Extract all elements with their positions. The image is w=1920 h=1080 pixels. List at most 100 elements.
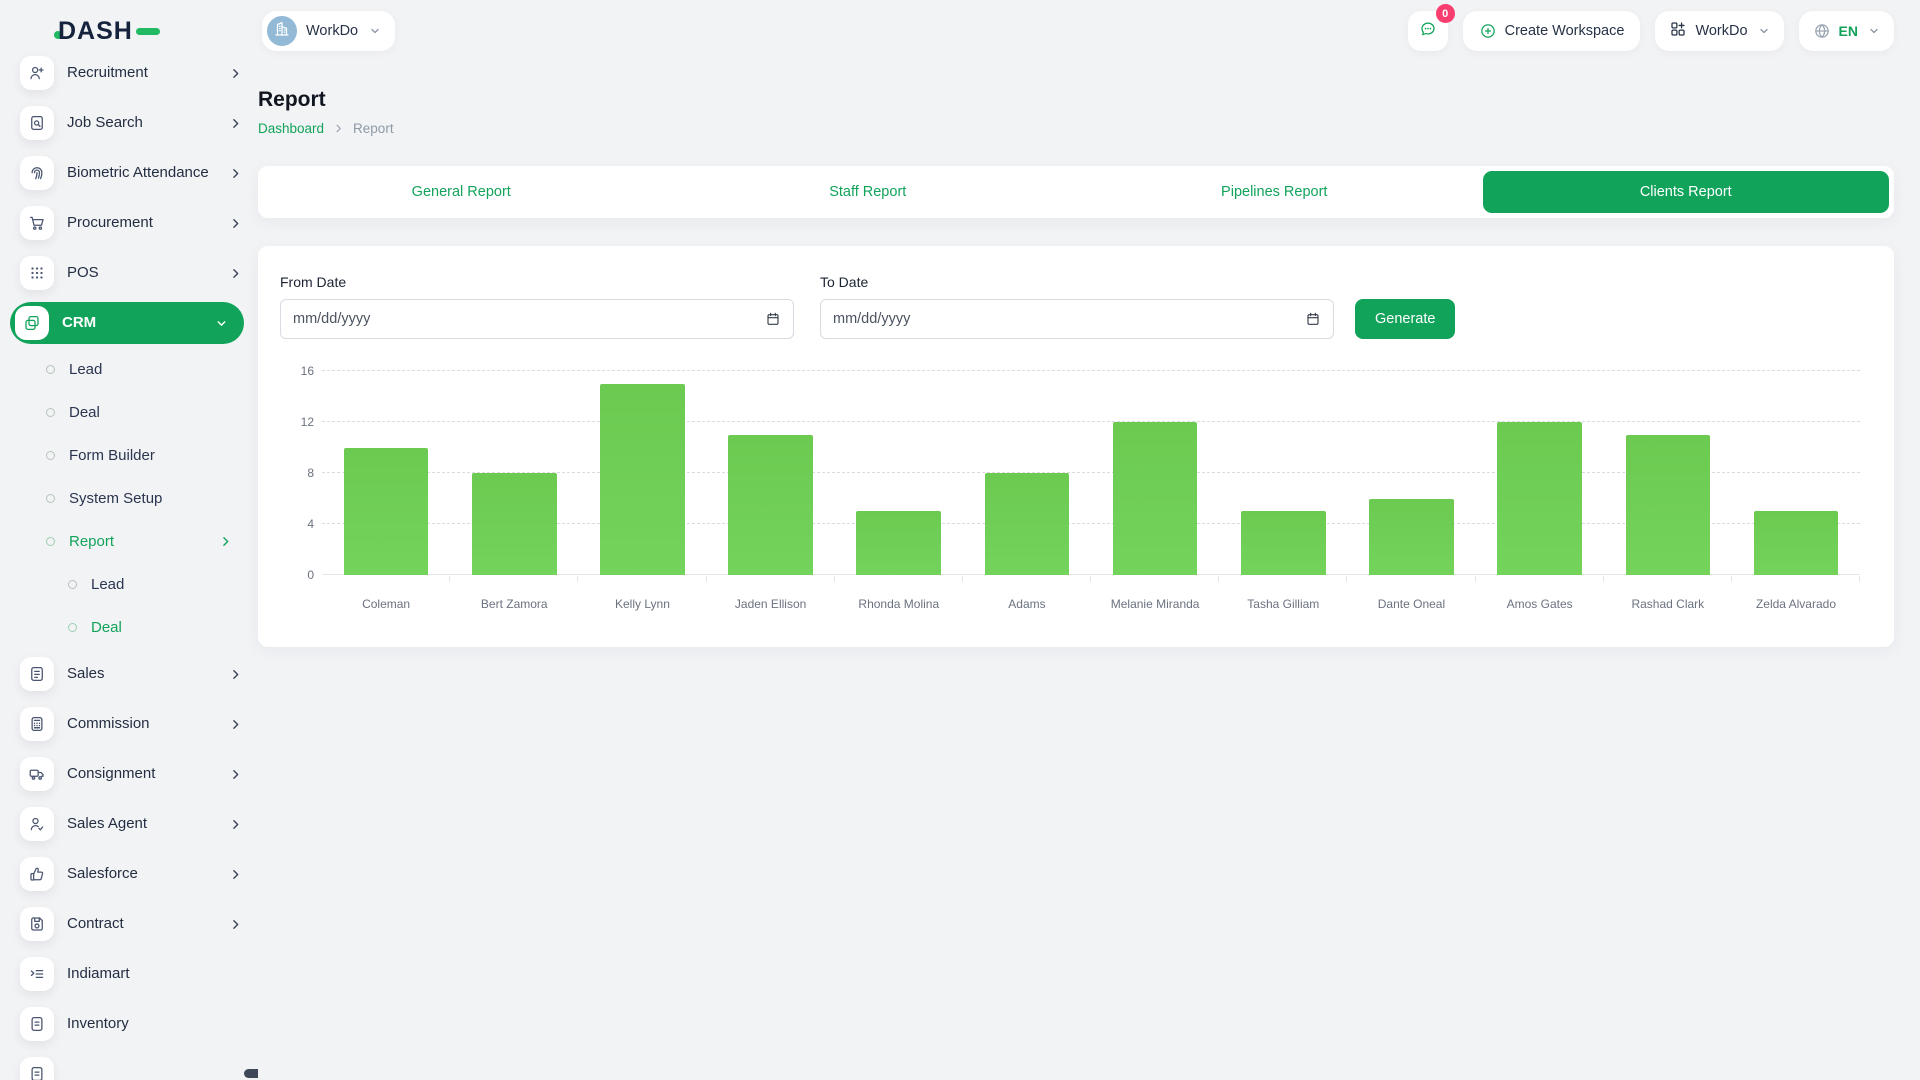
- tab-clients-report[interactable]: Clients Report: [1483, 171, 1890, 213]
- sidebar-item-label: Consignment: [67, 765, 229, 784]
- sidebar-item-commission[interactable]: Commission: [0, 699, 258, 749]
- sidebar-subitem-report[interactable]: Report: [0, 520, 258, 563]
- x-axis-label-rhonda-molina: Rhonda Molina: [835, 597, 963, 611]
- sidebar-subitem-label: Lead: [91, 576, 232, 593]
- app-switcher-dropdown[interactable]: WorkDo: [1655, 11, 1783, 51]
- bullet-icon: [46, 408, 55, 417]
- sidebar-item-indiamart[interactable]: Indiamart: [0, 949, 258, 999]
- page-title: Report: [258, 88, 1894, 112]
- tab-pipelines-report[interactable]: Pipelines Report: [1071, 166, 1478, 218]
- sidebar-item-consignment[interactable]: Consignment: [0, 749, 258, 799]
- sidebar-item-inventory[interactable]: Inventory: [0, 999, 258, 1049]
- chevron-down-icon: [1758, 25, 1770, 37]
- sidebar-subitem-lead[interactable]: Lead: [0, 348, 258, 391]
- grid-dots-icon: [20, 256, 54, 290]
- sidebar-subitem-system-setup[interactable]: System Setup: [0, 477, 258, 520]
- bar-coleman[interactable]: [344, 448, 429, 576]
- sidebar-subitem-lead[interactable]: Lead: [0, 563, 258, 606]
- sidebar-subitem-label: Deal: [69, 404, 232, 421]
- x-axis-label-bert-zamora: Bert Zamora: [450, 597, 578, 611]
- chevron-right-icon: [229, 718, 242, 731]
- sidebar-item-biometric-attendance[interactable]: Biometric Attendance: [0, 148, 258, 198]
- bar-dante-oneal[interactable]: [1369, 499, 1454, 576]
- sidebar-subitem-form-builder[interactable]: Form Builder: [0, 434, 258, 477]
- tab-staff-report[interactable]: Staff Report: [665, 166, 1072, 218]
- bar-melanie-miranda[interactable]: [1113, 422, 1198, 575]
- sidebar-item-label: Sales Agent: [67, 815, 229, 834]
- create-workspace-label: Create Workspace: [1505, 23, 1625, 39]
- sidebar-item-partial[interactable]: [0, 1049, 258, 1080]
- language-dropdown[interactable]: EN: [1799, 11, 1894, 51]
- sidebar-item-pos[interactable]: POS: [0, 248, 258, 298]
- sidebar-item-label: Procurement: [67, 214, 229, 233]
- sidebar-subitem-label: System Setup: [69, 490, 232, 507]
- sidebar-item-recruitment[interactable]: Recruitment: [0, 48, 258, 98]
- calendar-icon[interactable]: [765, 311, 781, 327]
- messages-badge: 0: [1436, 4, 1455, 23]
- x-axis-label-kelly-lynn: Kelly Lynn: [578, 597, 706, 611]
- tab-general-report[interactable]: General Report: [258, 166, 665, 218]
- sidebar-item-sales[interactable]: Sales: [0, 649, 258, 699]
- sidebar-subitem-deal[interactable]: Deal: [0, 391, 258, 434]
- chevron-right-icon: [229, 918, 242, 931]
- sidebar-item-procurement[interactable]: Procurement: [0, 198, 258, 248]
- sidebar: DASH Recruitment Job SearchBiometric Atte…: [0, 0, 258, 1080]
- sidebar-subitem-deal[interactable]: Deal: [0, 606, 258, 649]
- to-date-field: To Date mm/dd/yyyy: [820, 274, 1334, 339]
- sidebar-scrollbar-thumb[interactable]: [244, 1069, 258, 1078]
- x-axis-label-melanie-miranda: Melanie Miranda: [1091, 597, 1219, 611]
- bar-adams[interactable]: [985, 473, 1070, 575]
- bar-kelly-lynn[interactable]: [600, 384, 685, 575]
- chevron-right-icon: [229, 668, 242, 681]
- from-date-field: From Date mm/dd/yyyy: [280, 274, 794, 339]
- bar-amos-gates[interactable]: [1497, 422, 1582, 575]
- chevron-right-icon: [229, 217, 242, 230]
- calendar-icon[interactable]: [1305, 311, 1321, 327]
- sidebar-item-label: Contract: [67, 915, 229, 934]
- chevron-right-icon: [219, 535, 232, 548]
- chevron-right-icon: [229, 267, 242, 280]
- sidebar-menu: Recruitment Job SearchBiometric Attendanc…: [0, 48, 258, 1080]
- sidebar-item-sales-agent[interactable]: Sales Agent: [0, 799, 258, 849]
- breadcrumb-current: Report: [353, 121, 394, 136]
- chart-x-labels: ColemanBert ZamoraKelly LynnJaden Elliso…: [322, 597, 1860, 611]
- bullet-icon: [46, 537, 55, 546]
- generate-button[interactable]: Generate: [1355, 299, 1455, 339]
- chevron-right-icon: [229, 117, 242, 130]
- bar-rhonda-molina[interactable]: [856, 511, 941, 575]
- to-date-input[interactable]: mm/dd/yyyy: [820, 299, 1334, 339]
- bar-bert-zamora[interactable]: [472, 473, 557, 575]
- sidebar-subitem-label: Deal: [91, 619, 232, 636]
- bar-slot-adams: [963, 371, 1091, 575]
- sidebar-item-salesforce[interactable]: Salesforce: [0, 849, 258, 899]
- messages-button[interactable]: 0: [1408, 11, 1448, 51]
- bar-tasha-gilliam[interactable]: [1241, 511, 1326, 575]
- sidebar-item-label: POS: [67, 264, 229, 283]
- topbar: WorkDo 0 Create Workspace WorkDo EN: [258, 0, 1920, 52]
- sidebar-item-contract[interactable]: Contract: [0, 899, 258, 949]
- workspace-selector[interactable]: WorkDo: [262, 11, 395, 51]
- chevron-down-icon: [1868, 25, 1880, 37]
- chevron-right-icon: [229, 818, 242, 831]
- bar-rashad-clark[interactable]: [1626, 435, 1711, 575]
- bar-jaden-ellison[interactable]: [728, 435, 813, 575]
- fingerprint-icon: [20, 156, 54, 190]
- report-tabs: General ReportStaff ReportPipelines Repo…: [258, 166, 1894, 218]
- dash-logo[interactable]: DASH: [0, 0, 258, 48]
- content: Report Dashboard Report General ReportSt…: [258, 88, 1920, 647]
- bar-slot-dante-oneal: [1347, 371, 1475, 575]
- create-workspace-button[interactable]: Create Workspace: [1463, 11, 1641, 51]
- globe-icon: [1813, 22, 1831, 40]
- bullet-icon: [46, 451, 55, 460]
- language-label: EN: [1839, 23, 1858, 39]
- y-axis-tick-label: 12: [280, 415, 314, 429]
- sidebar-item-crm[interactable]: CRM: [10, 302, 244, 344]
- y-axis-tick-label: 0: [280, 568, 314, 582]
- bar-zelda-alvarado[interactable]: [1754, 511, 1839, 575]
- breadcrumb-dashboard-link[interactable]: Dashboard: [258, 121, 324, 136]
- from-date-input[interactable]: mm/dd/yyyy: [280, 299, 794, 339]
- user-check-icon: [20, 807, 54, 841]
- sidebar-item-label: Recruitment: [67, 64, 229, 83]
- playlist-icon: [20, 957, 54, 991]
- sidebar-item-job-search[interactable]: Job Search: [0, 98, 258, 148]
